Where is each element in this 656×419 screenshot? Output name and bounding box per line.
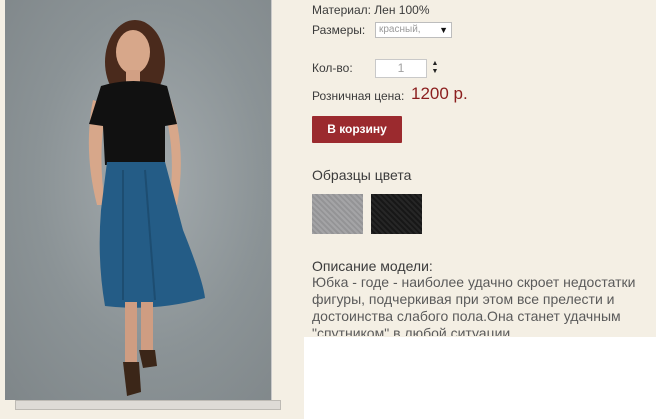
model-figure bbox=[88, 20, 205, 396]
product-photo bbox=[5, 0, 272, 400]
material-text: Материал: Лен 100% bbox=[312, 3, 430, 17]
description-text: Юбка - годе - наиболее удачно скроет нед… bbox=[312, 274, 636, 336]
swatches-title: Образцы цвета bbox=[312, 167, 412, 183]
price-value: 1200 р. bbox=[411, 84, 468, 103]
swatch-black[interactable] bbox=[371, 194, 422, 234]
quantity-input[interactable]: 1 bbox=[375, 59, 427, 78]
qty-label: Кол-во: bbox=[312, 61, 353, 75]
sizes-label: Размеры: bbox=[312, 23, 366, 37]
add-to-cart-button[interactable]: В корзину bbox=[312, 116, 402, 143]
blank-overlay bbox=[304, 337, 656, 419]
size-select[interactable]: красный, ▼ bbox=[375, 22, 452, 38]
description-title: Описание модели: bbox=[312, 258, 433, 274]
price-label: Розничная цена: bbox=[312, 89, 405, 103]
swatch-gray[interactable] bbox=[312, 194, 363, 234]
photo-scrollbar[interactable] bbox=[15, 400, 281, 410]
chevron-down-icon: ▼ bbox=[439, 25, 448, 35]
quantity-stepper[interactable]: ▲ ▼ bbox=[430, 60, 440, 76]
size-selected-value: красный, bbox=[379, 24, 421, 35]
stepper-up-icon[interactable]: ▲ bbox=[430, 60, 440, 68]
stepper-down-icon[interactable]: ▼ bbox=[430, 68, 440, 76]
